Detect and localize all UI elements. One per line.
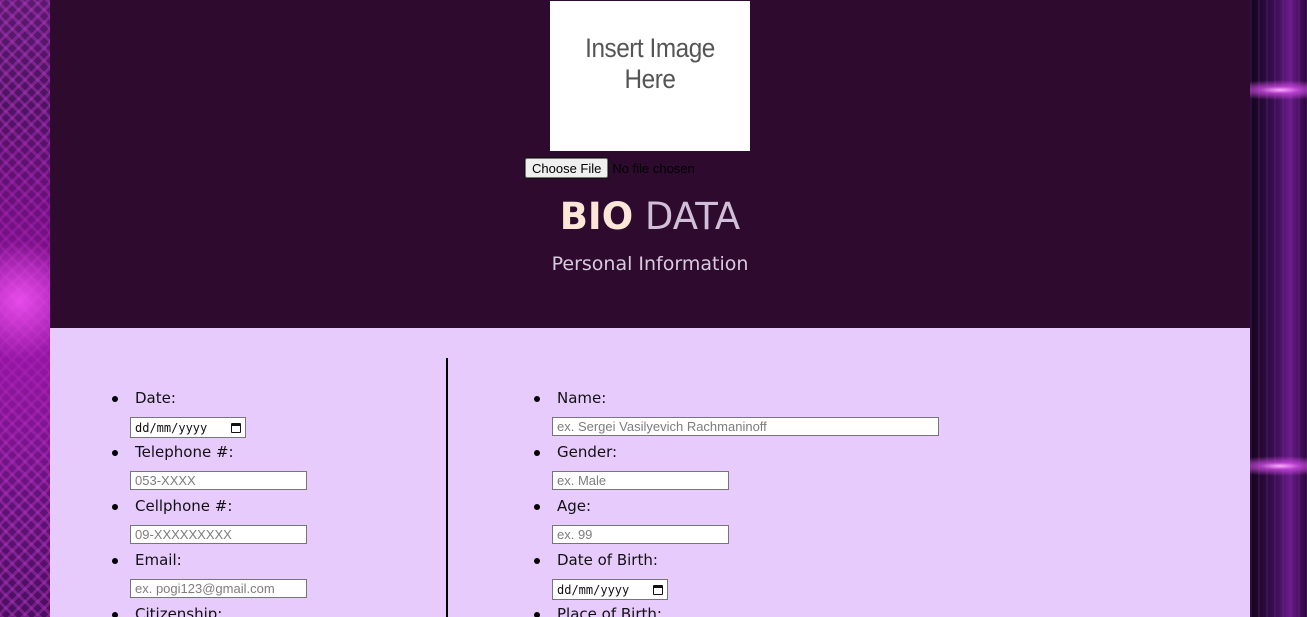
bullet-icon bbox=[112, 612, 118, 617]
bullet-icon bbox=[534, 504, 540, 510]
choose-file-button[interactable]: Choose File bbox=[523, 157, 610, 179]
left-decorative-background bbox=[0, 0, 50, 617]
age-label: Age: bbox=[557, 497, 592, 515]
title-bold: BIO bbox=[559, 195, 634, 238]
date-of-birth-label: Date of Birth: bbox=[557, 551, 658, 569]
cellphone-label: Cellphone #: bbox=[135, 497, 233, 515]
title-light: DATA bbox=[644, 195, 741, 238]
form-section: Date: dd/mm/yyyy Telephone #: Cellphone … bbox=[50, 328, 1250, 617]
name-input[interactable] bbox=[552, 417, 939, 436]
page-title: BIO DATA bbox=[50, 193, 1250, 241]
age-input[interactable] bbox=[552, 525, 729, 544]
page-subtitle: Personal Information bbox=[551, 253, 749, 275]
bullet-icon bbox=[112, 504, 118, 510]
image-placeholder-text: Insert Image Here bbox=[585, 33, 715, 94]
cellphone-input[interactable] bbox=[130, 525, 307, 544]
bullet-icon bbox=[534, 450, 540, 456]
bullet-icon bbox=[112, 450, 118, 456]
profile-image-placeholder: Insert Image Here bbox=[550, 1, 750, 151]
date-input[interactable]: dd/mm/yyyy bbox=[130, 417, 246, 438]
calendar-icon[interactable] bbox=[653, 584, 663, 595]
file-status-text: No file chosen bbox=[612, 160, 695, 176]
email-input[interactable] bbox=[130, 579, 307, 598]
place-of-birth-label: Place of Birth: bbox=[557, 605, 662, 617]
calendar-icon[interactable] bbox=[231, 422, 241, 433]
column-divider bbox=[446, 358, 448, 617]
bullet-icon bbox=[112, 558, 118, 564]
citizenship-label: Citizenship: bbox=[135, 605, 223, 617]
telephone-label: Telephone #: bbox=[135, 443, 234, 461]
date-of-birth-input[interactable]: dd/mm/yyyy bbox=[552, 579, 668, 600]
gender-input[interactable] bbox=[552, 471, 729, 490]
header-section: Insert Image Here Choose File No file ch… bbox=[50, 0, 1250, 328]
email-label: Email: bbox=[135, 551, 182, 569]
bullet-icon bbox=[112, 396, 118, 402]
name-label: Name: bbox=[557, 389, 607, 407]
gender-label: Gender: bbox=[557, 443, 618, 461]
right-decorative-background bbox=[1250, 0, 1307, 617]
file-upload: Choose File No file chosen bbox=[523, 157, 695, 179]
telephone-input[interactable] bbox=[130, 471, 307, 490]
date-label: Date: bbox=[135, 389, 176, 407]
bullet-icon bbox=[534, 396, 540, 402]
bullet-icon bbox=[534, 558, 540, 564]
bullet-icon bbox=[534, 612, 540, 617]
main-container: Insert Image Here Choose File No file ch… bbox=[50, 0, 1250, 617]
